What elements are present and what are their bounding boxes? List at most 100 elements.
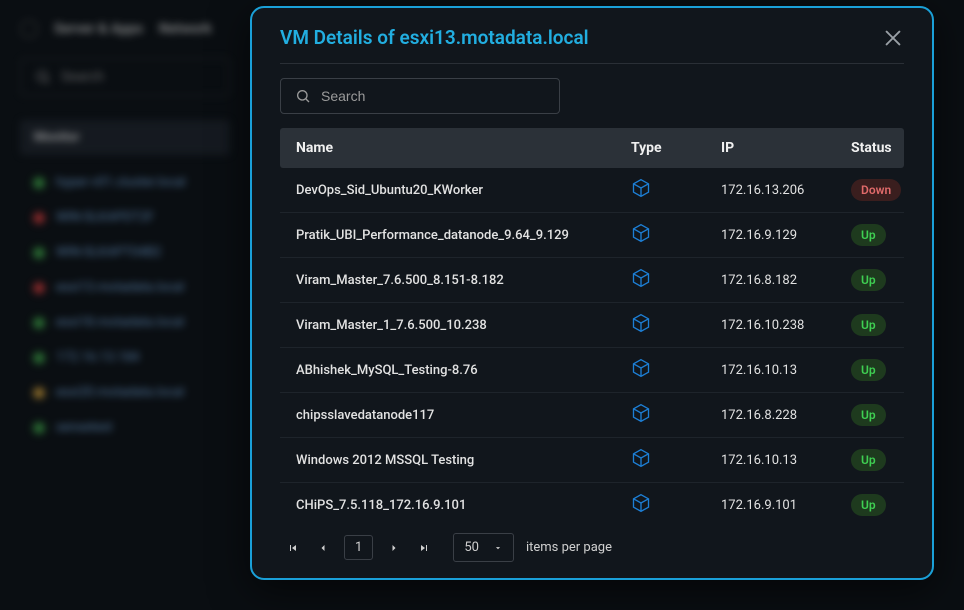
sidebar-item-label: esxi13.motadata.local (56, 280, 184, 295)
col-header-status: Status (851, 140, 892, 156)
cell-ip: 172.16.9.101 (721, 498, 851, 513)
sidebar-item-label: esxi20.motadata.local (56, 385, 184, 400)
table-header: Name Type IP Status (280, 128, 904, 168)
cell-type (631, 223, 721, 247)
cell-type (631, 268, 721, 292)
cell-name: Viram_Master_7.6.500_8.151-8.182 (296, 273, 631, 288)
sidebar-item: WIN-SLKAPDT2F (20, 200, 230, 235)
status-dot-icon (34, 213, 44, 223)
status-badge: Up (851, 314, 886, 336)
cell-status: Up (851, 314, 888, 336)
status-badge: Up (851, 494, 886, 516)
table-row[interactable]: chipsslavedatanode117 172.16.8.228Up (280, 393, 904, 438)
status-dot-icon (34, 318, 44, 328)
back-chevron-icon (20, 20, 38, 38)
pager-prev-button[interactable] (314, 539, 332, 557)
cell-ip: 172.16.8.228 (721, 408, 851, 423)
cell-type (631, 358, 721, 382)
pager-page-size-select[interactable]: 50 (453, 533, 514, 562)
cell-name: chipsslavedatanode117 (296, 408, 631, 423)
sidebar-item: 172.16.13.184 (20, 340, 230, 375)
status-badge: Up (851, 224, 886, 246)
sidebar-item-label: WIN-SLKAPT04B2 (56, 245, 161, 260)
cell-status: Up (851, 224, 888, 246)
cube-icon (631, 313, 651, 333)
close-icon[interactable] (882, 27, 904, 49)
cell-type (631, 313, 721, 337)
cell-status: Up (851, 449, 888, 471)
cell-status: Down (851, 179, 901, 201)
search-icon (295, 88, 311, 104)
cube-icon (631, 223, 651, 243)
tab-server-apps: Server & Apps (54, 21, 143, 37)
cell-status: Up (851, 359, 888, 381)
status-badge: Up (851, 269, 886, 291)
cube-icon (631, 178, 651, 198)
table-row[interactable]: CHiPS_7.5.118_172.16.9.101 172.16.9.101Up (280, 483, 904, 523)
cube-icon (631, 493, 651, 513)
cube-icon (631, 448, 651, 468)
pager-page-number[interactable]: 1 (344, 535, 373, 560)
search-icon (35, 69, 51, 85)
cell-ip: 172.16.10.13 (721, 363, 851, 378)
col-header-ip: IP (721, 140, 851, 156)
table-row[interactable]: ABhishek_MySQL_Testing-8.76 172.16.10.13U… (280, 348, 904, 393)
cell-ip: 172.16.9.129 (721, 228, 851, 243)
table-row[interactable]: Viram_Master_1_7.6.500_10.238172.16.10.2… (280, 303, 904, 348)
cell-name: ABhishek_MySQL_Testing-8.76 (296, 363, 631, 378)
sidebar-item-label: WIN-SLKAPDT2F (56, 210, 154, 225)
cube-icon (631, 268, 651, 288)
cube-icon (631, 403, 651, 423)
col-header-type: Type (631, 140, 721, 156)
sidebar-item-label: hyper-v01.cluster.local (56, 175, 186, 190)
cell-name: CHiPS_7.5.118_172.16.9.101 (296, 498, 631, 513)
table-row[interactable]: DevOps_Sid_Ubuntu20_KWorker172.16.13.206… (280, 168, 904, 213)
sidebar-item: esxi20.motadata.local (20, 375, 230, 410)
cube-icon (631, 358, 651, 378)
status-badge: Down (851, 179, 901, 201)
status-dot-icon (34, 248, 44, 258)
status-badge: Up (851, 404, 886, 426)
cell-type (631, 403, 721, 427)
sidebar-list: hyper-v01.cluster.local WIN-SLKAPDT2F WIN-… (20, 165, 230, 445)
pager-last-button[interactable] (415, 539, 433, 557)
pager-next-button[interactable] (385, 539, 403, 557)
modal-header: VM Details of esxi13.motadata.local (280, 26, 904, 64)
sidebar-item-label: 172.16.13.184 (56, 350, 139, 365)
cell-name: Windows 2012 MSSQL Testing (296, 453, 631, 468)
table-row[interactable]: Pratik_UBI_Performance_datanode_9.64_9.1… (280, 213, 904, 258)
sidebar-section-monitor: Monitor (20, 120, 230, 155)
cell-ip: 172.16.10.13 (721, 453, 851, 468)
sidebar-item: WIN-SLKAPT04B2 (20, 235, 230, 270)
modal-search[interactable] (280, 78, 560, 114)
sidebar-item: esxi18.motadata.local (20, 305, 230, 340)
tab-network: Network (159, 21, 212, 37)
col-header-name: Name (296, 140, 631, 156)
cell-status: Up (851, 269, 888, 291)
cell-name: Pratik_UBI_Performance_datanode_9.64_9.1… (296, 228, 631, 243)
cell-ip: 172.16.8.182 (721, 273, 851, 288)
cell-type (631, 448, 721, 472)
sidebar-item: hyper-v01.cluster.local (20, 165, 230, 200)
vm-table: Name Type IP Status DevOps_Sid_Ubuntu20_… (280, 128, 904, 523)
sidebar-item: esxi13.motadata.local (20, 270, 230, 305)
pager: 1 50 items per page (280, 523, 904, 564)
background-search-input: Search (20, 58, 230, 96)
pager-label: items per page (526, 540, 612, 555)
status-badge: Up (851, 449, 886, 471)
status-badge: Up (851, 359, 886, 381)
vm-details-modal: VM Details of esxi13.motadata.local Name… (250, 6, 934, 580)
modal-title: VM Details of esxi13.motadata.local (280, 26, 589, 49)
cell-name: DevOps_Sid_Ubuntu20_KWorker (296, 183, 631, 198)
pager-first-button[interactable] (284, 539, 302, 557)
caret-down-icon (493, 543, 503, 553)
table-row[interactable]: Viram_Master_7.6.500_8.151-8.182 172.16.8… (280, 258, 904, 303)
pager-page-size-value: 50 (464, 540, 479, 555)
search-input[interactable] (321, 88, 545, 104)
sidebar-item: sensetest (20, 410, 230, 445)
cell-type (631, 178, 721, 202)
table-row[interactable]: Windows 2012 MSSQL Testing 172.16.10.13Up (280, 438, 904, 483)
sidebar-item-label: sensetest (56, 420, 113, 435)
cell-status: Up (851, 494, 888, 516)
background-search-placeholder: Search (61, 69, 104, 85)
